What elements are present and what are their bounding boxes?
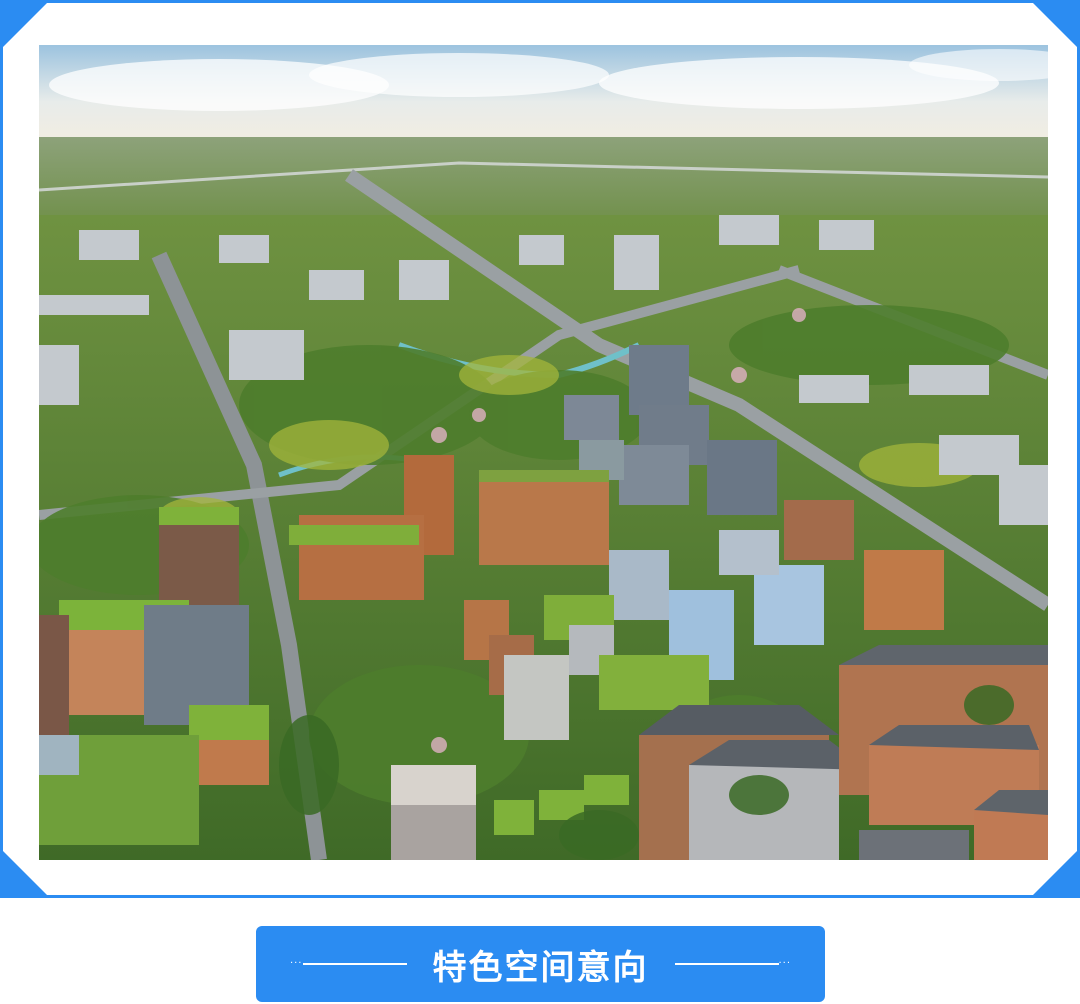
aerial-city-photo: [39, 45, 1048, 860]
frame-corner-top-left: [3, 3, 47, 47]
frame-corner-top-right: [1033, 3, 1077, 47]
caption-title: 特色空间意向: [432, 947, 649, 988]
caption-banner: ··· 特色空间意向 ···: [256, 926, 825, 1002]
image-frame: [0, 0, 1080, 898]
caption-left-decoration: ···: [290, 959, 407, 969]
caption-right-decoration: ···: [674, 959, 792, 969]
